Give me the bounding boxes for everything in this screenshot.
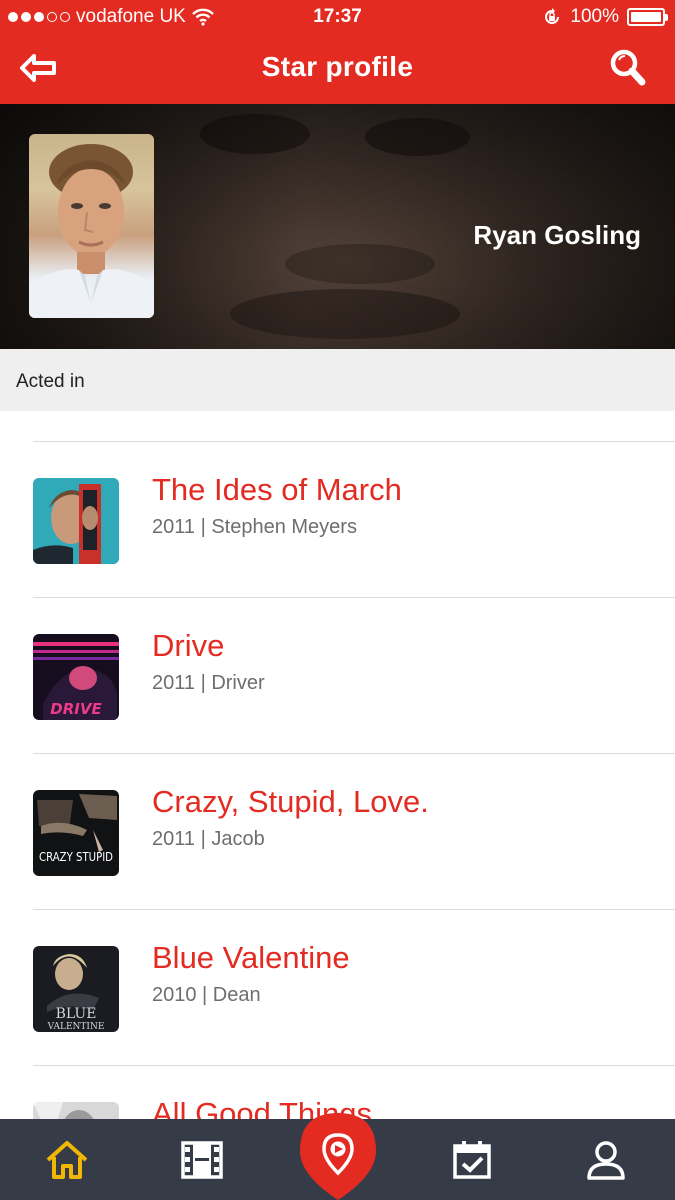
film-icon bbox=[181, 1140, 223, 1179]
film-poster: CRAZY STUPID bbox=[33, 790, 119, 876]
tab-profile[interactable] bbox=[566, 1119, 646, 1200]
film-meta: 2011 | Driver bbox=[152, 672, 265, 694]
film-poster: DRIVE bbox=[33, 634, 119, 720]
film-meta: 2011 | Jacob bbox=[152, 828, 265, 850]
calendar-check-icon bbox=[453, 1140, 491, 1179]
film-title: The Ides of March bbox=[152, 472, 402, 507]
rotation-lock-icon bbox=[545, 8, 560, 24]
film-meta: 2011 | Stephen Meyers bbox=[152, 516, 357, 538]
film-row[interactable]: BLUE VALENTINE Blue Valentine 2010 | Dea… bbox=[0, 910, 675, 1065]
nav-bar: Star profile bbox=[0, 36, 675, 104]
poster-subtitle: VALENTINE bbox=[47, 1022, 105, 1032]
star-photo bbox=[29, 134, 154, 318]
tab-location[interactable] bbox=[300, 1113, 376, 1200]
profile-hero: Ryan Gosling bbox=[0, 104, 675, 349]
film-row[interactable]: The Ides of March 2011 | Stephen Meyers bbox=[0, 442, 675, 597]
film-row[interactable]: DRIVE Drive 2011 | Driver bbox=[0, 598, 675, 753]
poster-title: BLUE bbox=[56, 1006, 97, 1022]
section-title: Acted in bbox=[16, 371, 85, 392]
film-poster: BLUE VALENTINE bbox=[33, 946, 119, 1032]
poster-title: CRAZY STUPID bbox=[39, 850, 113, 864]
film-row[interactable]: All Good Things bbox=[0, 1066, 675, 1119]
film-poster bbox=[33, 478, 119, 564]
tab-films[interactable] bbox=[162, 1119, 242, 1200]
search-button[interactable] bbox=[609, 48, 647, 88]
film-title: Crazy, Stupid, Love. bbox=[152, 784, 429, 819]
tab-home[interactable] bbox=[27, 1119, 107, 1200]
star-name: Ryan Gosling bbox=[473, 220, 641, 250]
section-header: Acted in bbox=[0, 349, 675, 411]
poster-title: DRIVE bbox=[50, 700, 102, 718]
filmography-list[interactable]: The Ides of March 2011 | Stephen Meyers … bbox=[0, 411, 675, 1119]
film-row[interactable]: CRAZY STUPID Crazy, Stupid, Love. 2011 |… bbox=[0, 754, 675, 909]
battery-percent: 100% bbox=[570, 6, 619, 27]
battery-icon bbox=[627, 8, 668, 26]
search-icon bbox=[610, 49, 646, 86]
top-bar: vodafone UK 17:37 100% Star profile bbox=[0, 0, 675, 104]
app-screen: vodafone UK 17:37 100% Star profile Ryan… bbox=[0, 0, 675, 1200]
page-title: Star profile bbox=[261, 51, 414, 82]
film-title: Blue Valentine bbox=[152, 940, 350, 975]
film-poster bbox=[33, 1102, 119, 1119]
user-icon bbox=[587, 1140, 625, 1180]
film-meta: 2010 | Dean bbox=[152, 984, 261, 1006]
film-title: Drive bbox=[152, 628, 225, 663]
battery-group: 100% bbox=[542, 6, 668, 28]
home-icon bbox=[46, 1140, 88, 1179]
location-pin-icon bbox=[300, 1113, 376, 1200]
status-bar: vodafone UK 17:37 100% bbox=[0, 0, 675, 36]
tab-calendar[interactable] bbox=[432, 1119, 512, 1200]
